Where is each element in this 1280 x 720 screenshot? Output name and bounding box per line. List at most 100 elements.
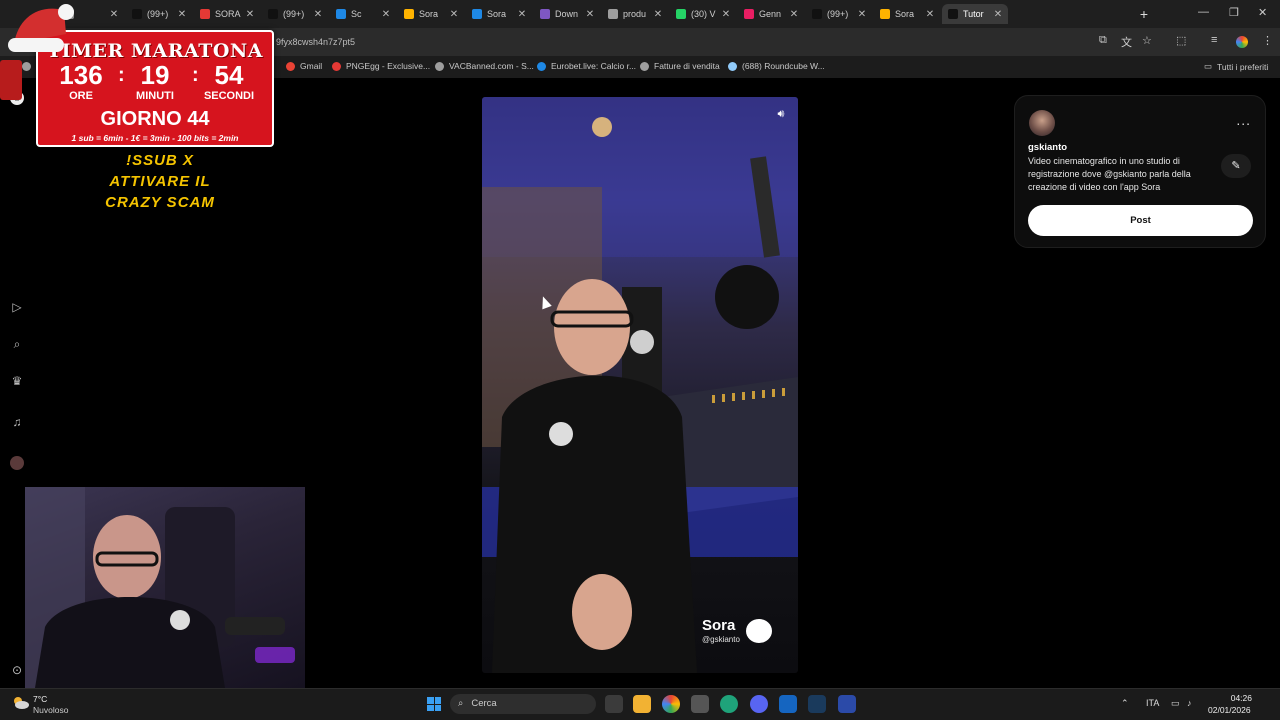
close-window-icon[interactable]: ✕ [1258, 6, 1267, 19]
cloud-weather-icon[interactable] [11, 695, 29, 709]
user-avatar[interactable] [1029, 110, 1055, 136]
tab-favicon-icon [200, 9, 210, 19]
play-icon[interactable]: ▷ [9, 299, 25, 315]
volume-icon[interactable]: 🔊︎ [772, 105, 790, 123]
bookmark-favicon-icon [435, 61, 444, 71]
edit-pencil-icon[interactable]: ✎ [1221, 154, 1251, 178]
tab-favicon-icon [404, 9, 414, 19]
gift-icon [0, 60, 22, 100]
tab-close-icon[interactable]: ✕ [584, 9, 596, 20]
timer-rules: 1 sub = 6min - 1€ = 3min - 100 bits = 2m… [71, 133, 239, 143]
vpn-app-icon[interactable] [779, 695, 797, 713]
windows-start-icon[interactable] [427, 697, 441, 711]
tab-label: produ [623, 9, 647, 19]
steam-icon[interactable] [808, 695, 826, 713]
browser-tab[interactable]: Down ✕ [534, 4, 600, 24]
browser-tab[interactable]: Sora ✕ [398, 4, 464, 24]
tab-favicon-icon [540, 9, 550, 19]
chrome-icon[interactable] [662, 695, 680, 713]
sora-video-player[interactable]: 🔊︎ Sora @gskianto [482, 97, 798, 673]
browser-tab[interactable]: produ ✕ [602, 4, 668, 24]
trophy-icon[interactable]: ♛ [9, 373, 25, 389]
bookmark-item[interactable]: VACBanned.com - S... [435, 61, 534, 71]
browser-tab[interactable]: Tutor ✕ [942, 4, 1008, 24]
tab-close-icon[interactable]: ✕ [176, 9, 188, 20]
controller-app-icon[interactable] [691, 695, 709, 713]
clock-date[interactable]: 02/01/2026 [1208, 705, 1251, 715]
browser-tab[interactable]: SORA ✕ [194, 4, 260, 24]
minimize-icon[interactable]: — [1198, 6, 1209, 18]
browser-tab[interactable]: (99+) ✕ [262, 4, 328, 24]
browser-tab[interactable]: Sc ✕ [330, 4, 396, 24]
bookmark-label: PNGEgg - Exclusive... [346, 61, 431, 71]
translate-icon[interactable]: 文 [1121, 34, 1132, 50]
browser-menu-icon[interactable]: ⋮ [1262, 34, 1273, 47]
tab-close-icon[interactable]: ✕ [924, 9, 936, 20]
speaker-icon[interactable]: ♪ [1187, 698, 1192, 708]
settings-icon[interactable]: ⊙ [9, 662, 25, 678]
tab-label: (99+) [827, 9, 849, 19]
tab-label: Genn [759, 9, 782, 19]
tab-close-icon[interactable]: ✕ [448, 9, 460, 20]
tab-close-icon[interactable]: ✕ [720, 9, 732, 20]
tab-close-icon[interactable]: ✕ [992, 9, 1004, 20]
bookmark-item[interactable]: (688) Roundcube W... [728, 61, 825, 71]
weather-temperature: 7°C [33, 694, 48, 704]
extensions-icon[interactable]: ⬚ [1176, 34, 1186, 47]
search-icon[interactable]: ⌕ [9, 336, 25, 352]
tab-favicon-icon [676, 9, 686, 19]
taskbar-search[interactable]: ⌕ Cerca [450, 694, 596, 714]
post-description: Video cinematografico in uno studio di r… [1028, 156, 1191, 192]
clock-time[interactable]: 04:26 [1228, 693, 1252, 703]
tab-close-icon[interactable]: ✕ [652, 9, 664, 20]
install-app-icon[interactable]: ⧉ [1099, 34, 1107, 47]
discord-icon[interactable] [750, 695, 768, 713]
tab-close-icon[interactable]: ✕ [856, 9, 868, 20]
more-options-icon[interactable]: ... [1236, 112, 1251, 128]
browser-tab[interactable]: Sora ✕ [874, 4, 940, 24]
tab-label: Down [555, 9, 579, 19]
bookmark-item[interactable]: Eurobet.live: Calcio r... [537, 61, 636, 71]
tab-close-icon[interactable]: ✕ [380, 9, 392, 20]
task-view-icon[interactable] [605, 695, 623, 713]
tab-close-icon[interactable]: ✕ [244, 9, 256, 20]
file-explorer-icon[interactable] [633, 695, 651, 713]
timer-minutes-label: MINUTI [136, 90, 174, 102]
bookmark-item[interactable]: PNGEgg - Exclusive... [332, 61, 430, 71]
browser-tab[interactable]: (30) V ✕ [670, 4, 736, 24]
browser-tab[interactable]: Genn ✕ [738, 4, 804, 24]
tab-close-icon[interactable]: ✕ [788, 9, 800, 20]
maximize-icon[interactable]: ❐ [1229, 6, 1239, 19]
tab-favicon-icon [608, 9, 618, 19]
tray-chevron-icon[interactable]: ⌃ [1121, 698, 1129, 709]
browser-tab[interactable]: (99+) ✕ [806, 4, 872, 24]
browser-tab[interactable]: Sora ✕ [466, 4, 532, 24]
all-favorites-folder[interactable]: ▭ Tutti i preferiti [1204, 61, 1268, 72]
address-bar[interactable]: 9fyx8cwsh4n7z7pt5 [270, 32, 1100, 52]
tab-close-icon[interactable]: ✕ [312, 9, 324, 20]
browser-tab[interactable]: (99+) ✕ [126, 4, 192, 24]
media-icon[interactable]: ≡ [1211, 34, 1217, 46]
tab-close-icon[interactable]: ✕ [516, 9, 528, 20]
app-arc-icon[interactable] [838, 695, 856, 713]
tab-close-icon[interactable]: ✕ [108, 9, 120, 20]
bookmark-star-icon[interactable]: ☆ [1142, 34, 1152, 47]
bookmark-label: VACBanned.com - S... [449, 61, 534, 71]
network-icon[interactable]: ▭ [1171, 698, 1180, 709]
tab-favicon-icon [812, 9, 822, 19]
bell-icon[interactable]: ♫ [9, 414, 25, 430]
profile-avatar[interactable] [10, 456, 24, 470]
bookmark-item[interactable]: Gmail [286, 61, 322, 71]
bookmark-item[interactable]: Fatture di vendita [640, 61, 720, 71]
post-button[interactable]: Post [1028, 205, 1253, 236]
post-username[interactable]: gskianto [1028, 142, 1067, 153]
bookmark-favicon-icon [640, 61, 649, 71]
command-line-2: ATTIVARE IL [109, 173, 211, 190]
all-favorites-label: Tutti i preferiti [1217, 61, 1269, 72]
edge-icon[interactable] [720, 695, 738, 713]
language-indicator[interactable]: ITA [1146, 698, 1159, 708]
profile-avatar-icon[interactable] [1236, 36, 1248, 48]
new-tab-button[interactable]: + [1135, 5, 1153, 23]
tab-favicon-icon [268, 9, 278, 19]
bookmark-favicon-icon [332, 61, 341, 71]
